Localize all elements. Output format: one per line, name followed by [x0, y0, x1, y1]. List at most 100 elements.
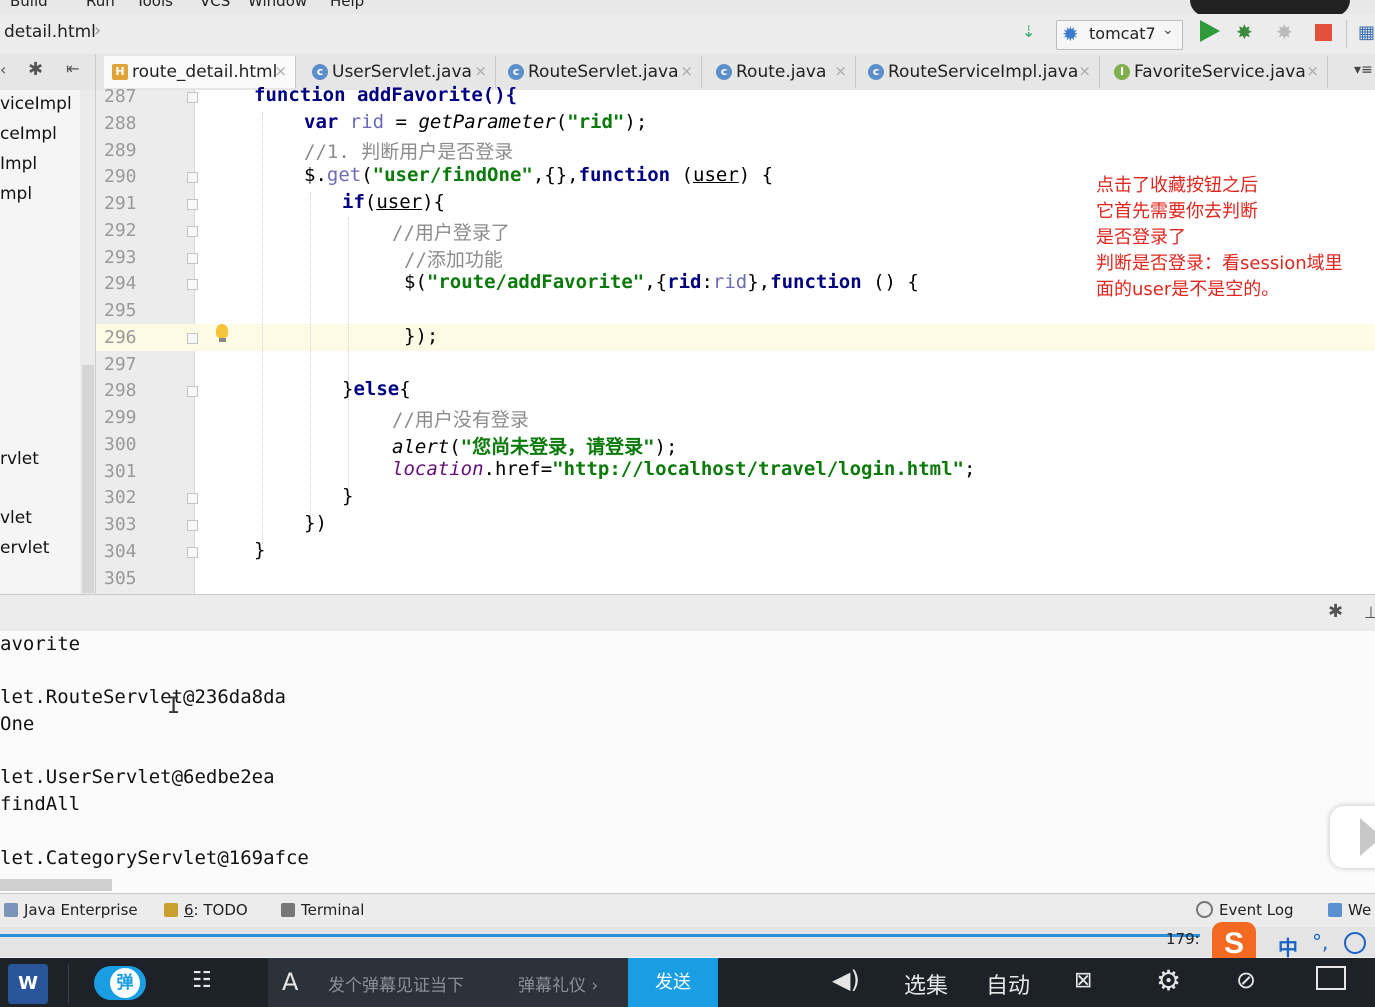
close-icon[interactable]: ×	[680, 62, 693, 80]
separator	[68, 964, 69, 1004]
debug-icon[interactable]: ✸	[1236, 20, 1253, 44]
fold-marker[interactable]	[187, 386, 198, 397]
gear-icon[interactable]: ✱	[28, 59, 43, 80]
loop-off-icon[interactable]: ⊠	[1074, 968, 1092, 993]
volume-icon[interactable]: ◀)	[832, 966, 860, 994]
fullscreen-icon[interactable]	[1316, 966, 1346, 990]
fold-marker[interactable]	[187, 226, 198, 237]
scrollbar-thumb[interactable]	[82, 365, 94, 593]
send-button[interactable]: 发送	[628, 958, 718, 1007]
gear-icon[interactable]: ✱	[1328, 601, 1343, 622]
code-line-302: }	[342, 485, 354, 507]
danmu-toggle-knob[interactable]: 弹	[110, 968, 140, 998]
tab-favoriteservice[interactable]: I FavoriteService.java ×	[1106, 56, 1328, 88]
arrow-left-icon[interactable]: ‹	[0, 60, 6, 79]
tree-item[interactable]: viceImpl	[0, 94, 72, 114]
tree-item[interactable]: Impl	[0, 154, 37, 174]
console-output[interactable]: avorite let.RouteServlet@236da8da One le…	[0, 631, 1375, 893]
fold-marker[interactable]	[187, 547, 198, 558]
settings-icon[interactable]: ⚙	[1156, 964, 1181, 997]
code-line-294: $("route/addFavorite",{rid:rid},function…	[404, 271, 919, 293]
lightbulb-base	[219, 338, 226, 342]
breadcrumb[interactable]: detail.html	[4, 22, 96, 42]
danmu-settings-icon[interactable]: ☷	[192, 968, 212, 993]
episodes-button[interactable]: 选集	[904, 968, 948, 1000]
annotation-line: 点击了收藏按钮之后	[1096, 175, 1258, 196]
fold-marker[interactable]	[187, 493, 198, 504]
collapse-icon[interactable]: ⇤	[66, 59, 79, 78]
close-icon[interactable]: ×	[834, 62, 847, 80]
run-icon[interactable]	[1200, 20, 1220, 42]
todo-icon	[164, 903, 178, 917]
tab-routeserviceimpl[interactable]: c RouteServiceImpl.java ×	[860, 56, 1100, 88]
close-icon[interactable]: ×	[1078, 62, 1091, 80]
danmu-etiquette-link[interactable]: 弹幕礼仪 ›	[518, 971, 598, 996]
coverage-icon[interactable]: ✸	[1276, 20, 1293, 44]
line-number: 291	[104, 193, 137, 214]
auto-quality-button[interactable]: 自动	[986, 968, 1030, 1000]
class-icon: c	[716, 64, 732, 80]
danmu-style-icon[interactable]: A	[282, 968, 298, 996]
sort-icon[interactable]: ⇣	[1022, 22, 1035, 41]
fold-marker[interactable]	[187, 279, 198, 290]
text-cursor-icon: I	[167, 694, 181, 719]
project-structure-icon[interactable]: ▦	[1358, 22, 1375, 43]
tree-item[interactable]: ervlet	[0, 538, 49, 558]
tree-item[interactable]: vlet	[0, 508, 32, 528]
tree-item[interactable]: rvlet	[0, 449, 39, 469]
console-scrollbar[interactable]	[0, 879, 112, 891]
word-app-icon[interactable]: W	[8, 964, 48, 1004]
terminal-button[interactable]: Terminal	[281, 901, 364, 919]
fold-marker[interactable]	[187, 253, 198, 264]
code-line-304: }	[254, 539, 266, 561]
hide-panel-icon[interactable]: ⊥	[1364, 603, 1375, 622]
tree-item[interactable]: mpl	[0, 184, 32, 204]
event-log-icon	[1196, 901, 1213, 918]
tree-item[interactable]: ceImpl	[0, 124, 57, 144]
ime-punctuation[interactable]: °,	[1312, 930, 1328, 954]
toolbar-separator	[1346, 20, 1347, 48]
close-icon[interactable]: ×	[274, 62, 287, 80]
close-icon[interactable]: ×	[1306, 62, 1319, 80]
code-line-291: if(user){	[342, 191, 445, 213]
line-number: 293	[104, 247, 137, 268]
stop-icon[interactable]	[1315, 24, 1332, 41]
line-number: 296	[104, 327, 137, 348]
annotation-line: 它首先需要你去判断	[1096, 201, 1258, 222]
smiley-icon[interactable]	[1344, 932, 1366, 954]
fold-marker[interactable]	[187, 172, 198, 183]
tab-routeservlet[interactable]: c RouteServlet.java ×	[500, 56, 702, 88]
close-icon[interactable]: ×	[474, 62, 487, 80]
menu-window[interactable]: Window	[248, 0, 307, 10]
menu-tools[interactable]: Tools	[136, 0, 173, 10]
line-number: 288	[104, 113, 137, 134]
line-number: 289	[104, 140, 137, 161]
menu-help[interactable]: Help	[330, 0, 364, 10]
todo-button[interactable]: 6: TODO	[164, 901, 248, 919]
tab-route-java[interactable]: c Route.java ×	[708, 56, 856, 88]
web-icon	[1328, 903, 1342, 917]
menu-vcs[interactable]: VCS	[200, 0, 230, 10]
menu-build[interactable]: Build	[10, 0, 48, 10]
fold-marker[interactable]	[187, 333, 198, 344]
web-button[interactable]: We	[1328, 901, 1371, 919]
console-line: let.RouteServlet@236da8da	[0, 686, 286, 708]
chevron-right-icon: ›	[94, 20, 102, 41]
fold-marker[interactable]	[187, 92, 198, 103]
indent-guide	[348, 218, 350, 488]
java-enterprise-button[interactable]: Java Enterprise	[4, 901, 138, 919]
ime-language[interactable]: 中	[1278, 932, 1298, 961]
line-number: 292	[104, 220, 137, 241]
code-line-303: })	[304, 512, 327, 534]
lightbulb-icon[interactable]	[216, 324, 228, 338]
menu-run[interactable]: Run	[86, 0, 115, 10]
pip-off-icon[interactable]: ⊘	[1236, 966, 1256, 994]
line-column-indicator[interactable]: 179:	[1166, 930, 1200, 948]
fold-marker[interactable]	[187, 199, 198, 210]
console-header	[0, 594, 1375, 632]
code-line-301: location.href="http://localhost/travel/l…	[392, 458, 976, 480]
tabs-overflow-icon[interactable]: ▾≡	[1354, 62, 1373, 78]
fold-marker[interactable]	[187, 520, 198, 531]
line-number: 295	[104, 300, 137, 321]
event-log-button[interactable]: Event Log	[1196, 901, 1294, 919]
